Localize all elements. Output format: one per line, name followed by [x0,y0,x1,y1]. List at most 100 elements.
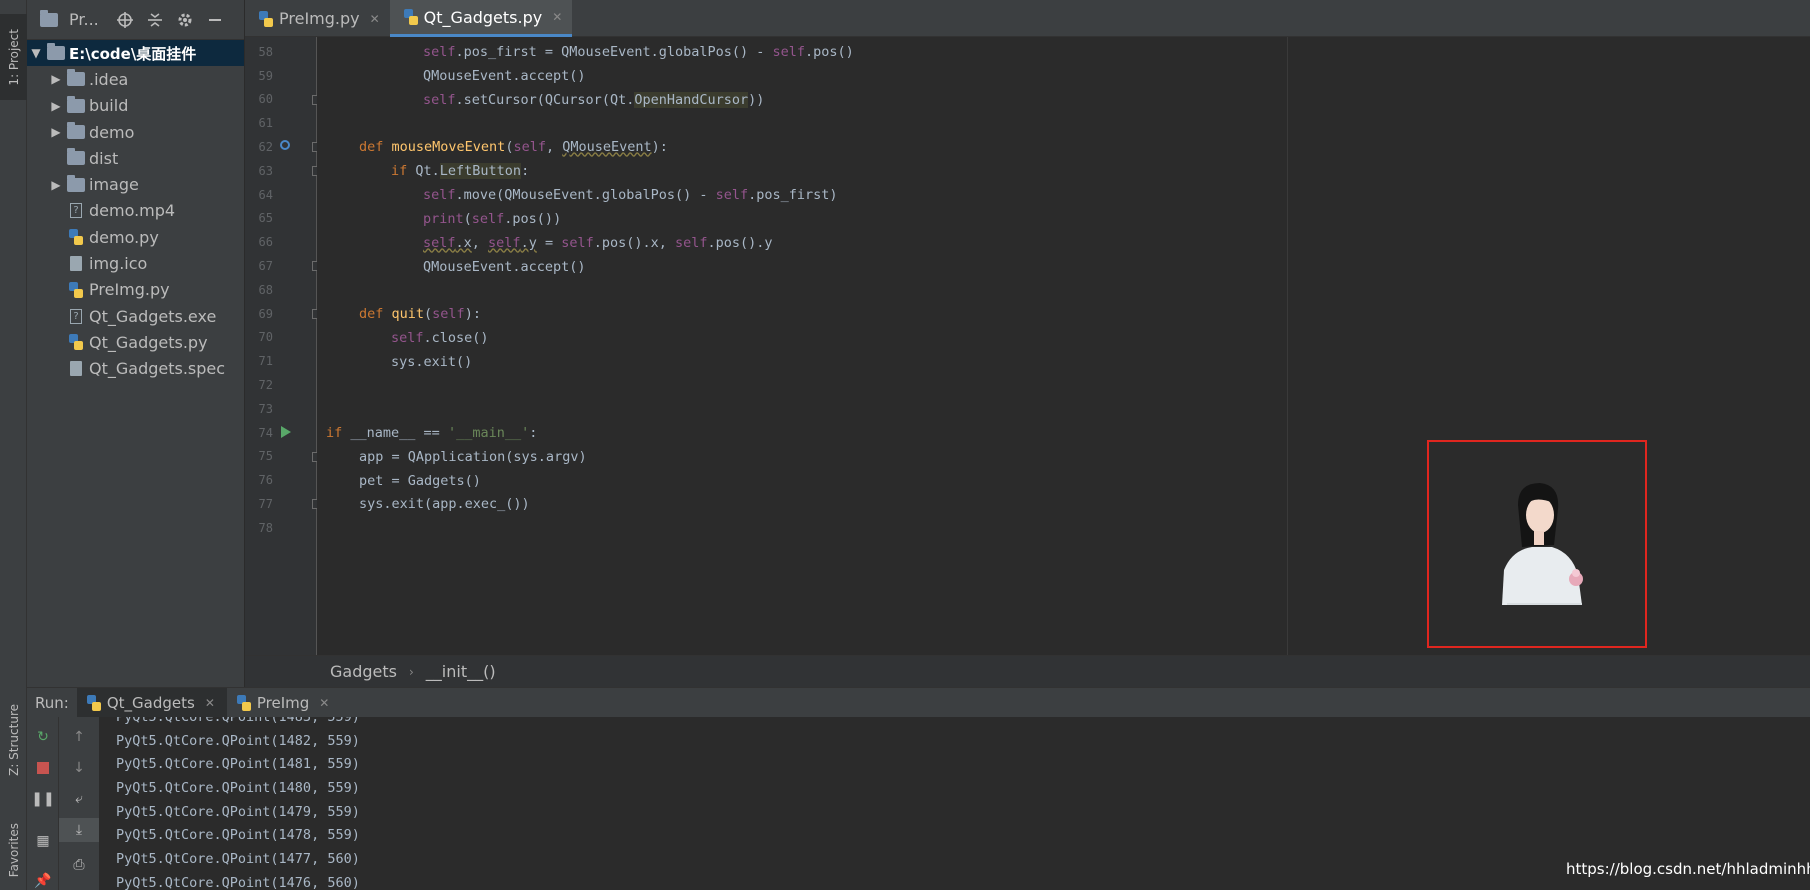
line-number: 67 [258,259,273,274]
code-line-69: def quit(self): [359,305,481,322]
text-file-icon [67,256,85,272]
tree-item-label: img.ico [89,254,148,274]
scroll-to-end-icon[interactable]: ⤓ [59,818,99,842]
console-line: PyQt5.QtCore.QPoint(1479, 559) [116,803,360,820]
line-number: 60 [258,92,273,107]
tree-item[interactable]: ▶ image [27,171,244,197]
tree-item[interactable]: Qt_Gadgets.spec [27,356,244,382]
rerun-icon[interactable]: ↻ [27,725,59,749]
project-panel: Pr... ▼ E:\code\桌面挂件 ▶ .idea ▶ build ▶ demo dist… [27,0,245,687]
pin-icon[interactable]: 📌 [27,869,59,890]
collapse-all-icon[interactable] [145,10,165,30]
gear-icon[interactable] [175,10,195,30]
close-icon[interactable]: ✕ [205,696,215,710]
python-file-icon [236,694,251,711]
favorites-tool-tab[interactable]: Favorites [0,810,27,890]
layout-icon[interactable]: ▦ [27,829,59,853]
code-line-75: app = QApplication(sys.argv) [359,448,587,465]
soft-wrap-icon[interactable]: ⤶ [59,787,99,811]
close-icon[interactable]: ✕ [370,12,380,26]
tree-item[interactable]: ▶ demo [27,119,244,145]
tree-item-label: demo.mp4 [89,201,176,221]
tree-item[interactable]: Qt_Gadgets.py [27,329,244,355]
unknown-file-icon: ? [67,308,85,324]
tree-item[interactable]: PreImg.py [27,277,244,303]
tab-label: Qt_Gadgets.py [423,7,543,27]
breadcrumb-class[interactable]: Gadgets [330,662,397,681]
folder-icon [67,174,85,193]
text-file-icon [67,361,85,377]
run-tab-preimg[interactable]: PreImg ✕ [227,688,341,718]
stop-icon[interactable] [27,756,59,780]
line-number: 76 [258,473,273,488]
tree-item[interactable]: ▶ .idea [27,66,244,92]
chevron-right-icon[interactable]: ▶ [49,99,63,113]
tree-item-label: dist [89,148,119,168]
code-editor[interactable]: self .pos_first = QMouseEvent.globalPos()… [317,37,1287,655]
project-view-selector[interactable]: Pr... [69,10,99,29]
run-tab-qt-gadgets[interactable]: Qt_Gadgets ✕ [76,687,227,718]
console-line: PyQt5.QtCore.QPoint(1478, 559) [116,827,360,844]
editor-gutter: 58 59 60 61 62 63 64 65 66 67 68 69 70 71 72 73 74 75 76 77… [245,37,322,655]
tree-item-label: image [89,175,139,195]
pause-icon[interactable]: ❚❚ [27,787,59,811]
code-line-74: if __name__ == '__main__': [326,424,538,441]
tree-root-folder[interactable]: ▼ E:\code\桌面挂件 [27,40,244,67]
locate-icon[interactable] [115,10,135,30]
run-gutter-icon[interactable] [281,425,291,438]
hide-panel-icon[interactable] [205,10,225,30]
chevron-down-icon[interactable]: ▼ [29,46,43,60]
project-tool-tab-label: 1: Project [6,28,21,86]
line-number: 58 [258,44,273,59]
python-file-icon [67,334,85,351]
line-number: 74 [258,425,273,440]
project-toolbar: Pr... [27,0,244,40]
tree-item[interactable]: ? demo.mp4 [27,198,244,224]
override-method-icon[interactable] [280,140,290,151]
code-line-77: sys.exit(app.exec_()) [359,495,530,512]
line-number: 64 [258,187,273,202]
project-tool-tab[interactable]: 1: Project [0,14,27,100]
ide-window: 1: Project Z: Structure Favorites Pr... [0,0,1810,890]
code-line-63: if Qt. LeftButton: [391,162,530,179]
chevron-right-icon[interactable]: ▶ [49,72,63,86]
close-icon[interactable]: ✕ [319,696,329,710]
chevron-right-icon[interactable]: ▶ [49,125,63,139]
tree-item[interactable]: demo.py [27,224,244,250]
folder-icon [67,95,85,114]
line-number: 75 [258,449,273,464]
chevron-right-icon[interactable]: ▶ [49,178,63,192]
line-number: 69 [258,306,273,321]
unknown-file-icon: ? [67,203,85,219]
line-number: 70 [258,330,273,345]
structure-tool-tab-label: Z: Structure [6,704,21,776]
code-line-76: pet = Gadgets() [359,472,481,489]
tree-item[interactable]: ▶ build [27,93,244,119]
tree-item[interactable]: img.ico [27,250,244,276]
tree-item[interactable]: dist [27,145,244,171]
breadcrumb-method[interactable]: __init__() [426,662,496,681]
folder-icon [67,69,85,87]
desktop-gadget-window[interactable] [1427,440,1647,648]
tab-preimg-py[interactable]: PreImg.py ✕ [245,0,390,37]
tree-item-label: Qt_Gadgets.spec [89,359,226,379]
tab-qt-gadgets-py[interactable]: Qt_Gadgets.py ✕ [389,0,573,37]
console-line: PyQt5.QtCore.QPoint(1483, 559) [116,717,360,729]
close-icon[interactable]: ✕ [552,10,562,24]
down-arrow-icon[interactable]: ↓ [59,756,99,780]
run-panel-header: Run: Qt_Gadgets ✕ PreImg ✕ [27,687,1810,718]
watermark-url: https://blog.csdn.net/hhladminhhl [1566,860,1810,878]
python-file-icon [67,281,85,298]
tree-item-label: Qt_Gadgets.exe [89,306,217,326]
print-icon[interactable]: ⎙ [59,853,99,877]
tree-item-label: .idea [89,69,129,89]
up-arrow-icon[interactable]: ↑ [59,725,99,749]
run-console[interactable]: PyQt5.QtCore.QPoint(1483, 559) PyQt5.QtCo… [99,717,1810,890]
structure-tool-tab[interactable]: Z: Structure [0,695,27,785]
line-number: 72 [258,378,273,393]
run-tab-label: Qt_Gadgets [106,693,195,712]
tree-item[interactable]: ? Qt_Gadgets.exe [27,303,244,329]
line-number: 68 [258,282,273,297]
console-line: PyQt5.QtCore.QPoint(1480, 559) [116,779,360,796]
code-line-60: self .setCursor(QCursor(Qt. OpenHandCursor… [423,91,765,108]
